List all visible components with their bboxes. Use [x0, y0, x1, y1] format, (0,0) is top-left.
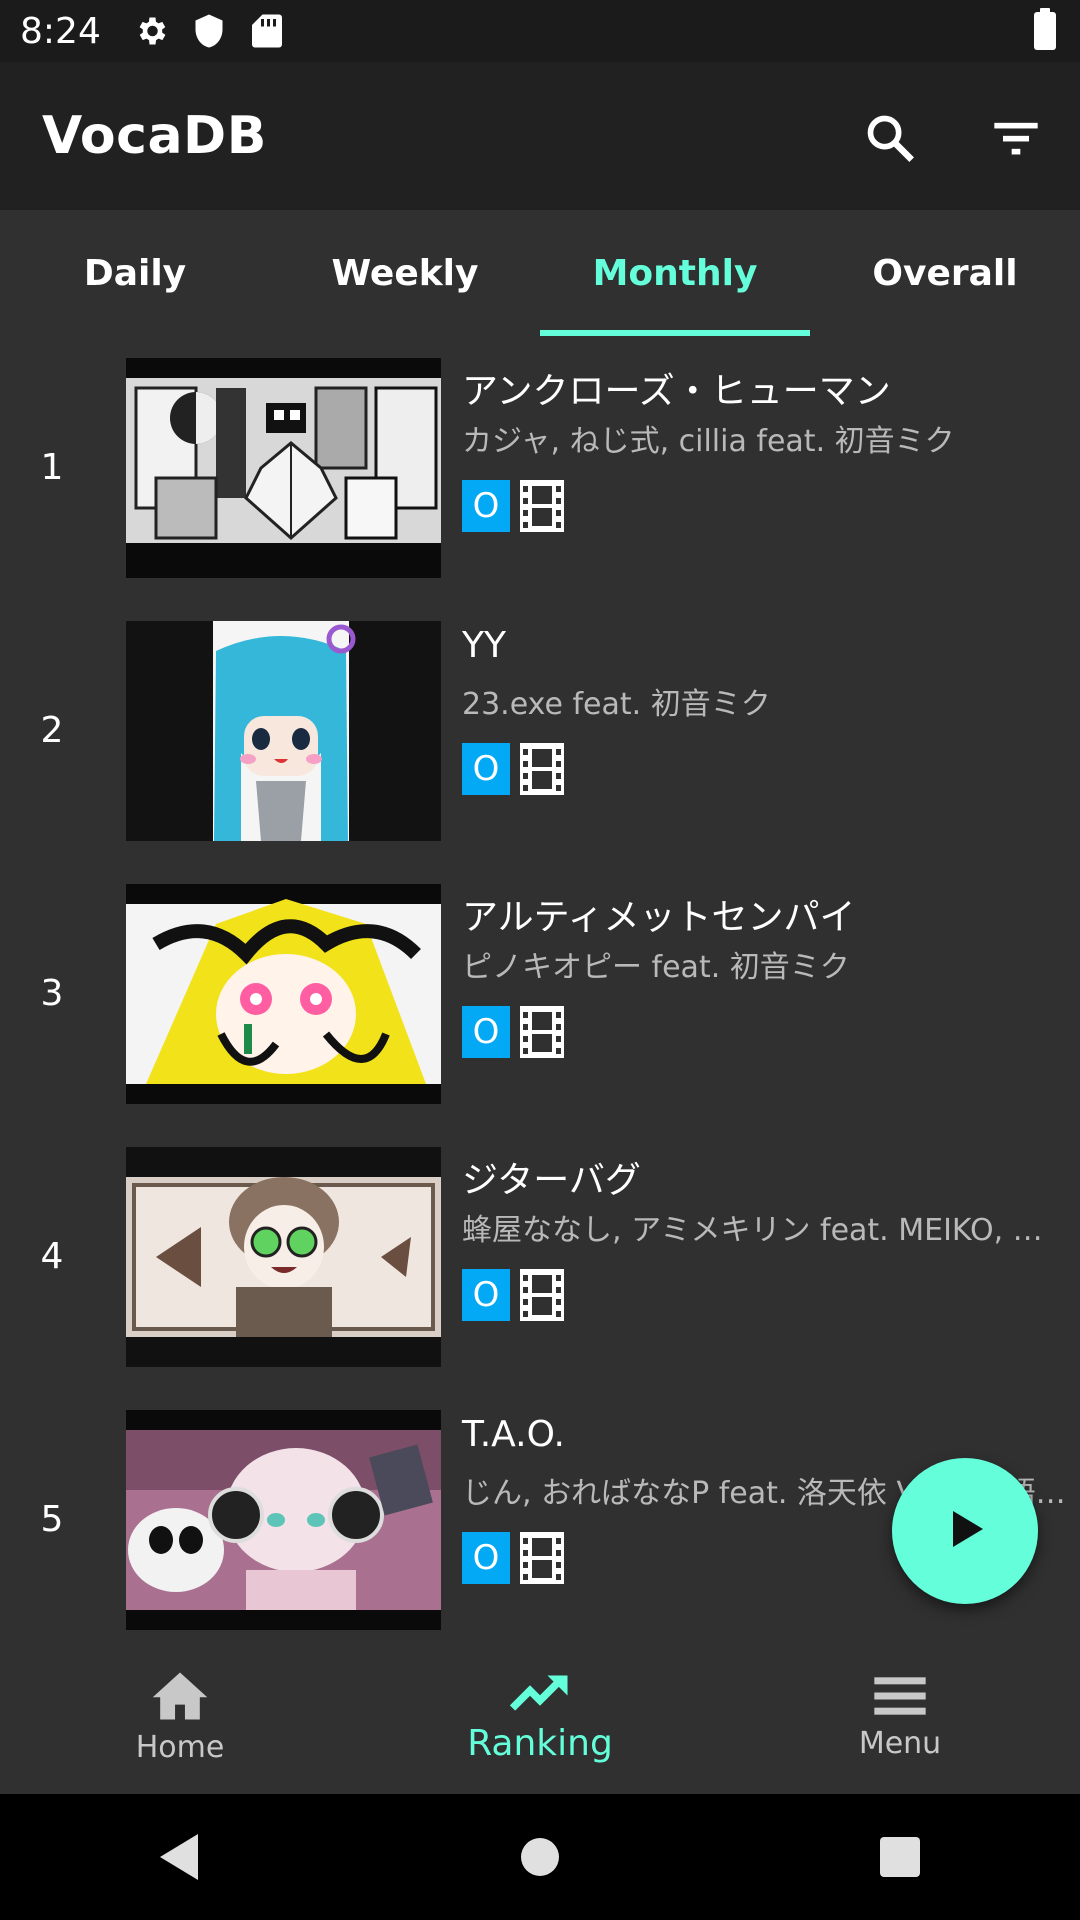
song-badges: O [462, 1532, 564, 1584]
shield-icon [189, 11, 229, 51]
list-item[interactable]: 1 アンクローズ・ヒューマン カジャ, ねじ式, cillia feat. 初音… [0, 336, 1080, 599]
nav-home[interactable]: Home [0, 1640, 360, 1794]
filter-icon[interactable] [984, 106, 1048, 170]
play-button[interactable] [892, 1458, 1038, 1604]
song-badges: O [462, 1006, 564, 1058]
song-title: T.A.O. [462, 1414, 565, 1455]
video-icon [520, 1269, 564, 1321]
original-badge: O [462, 1532, 510, 1584]
nav-home-label: Home [135, 1729, 225, 1765]
tab-weekly[interactable]: Weekly [270, 210, 540, 336]
tab-overall[interactable]: Overall [810, 210, 1080, 336]
song-badges: O [462, 1269, 564, 1321]
rank-number: 3 [40, 973, 64, 1014]
song-title: アルティメットセンパイ [462, 897, 856, 938]
video-icon [520, 1532, 564, 1584]
gear-icon [131, 11, 171, 51]
play-icon [941, 1505, 989, 1557]
song-list: 1 アンクローズ・ヒューマン カジャ, ねじ式, cillia feat. 初音… [0, 336, 1080, 1651]
thumbnail [126, 1410, 441, 1630]
song-artist: 蜂屋ななし, アミメキリン feat. MEIKO, 初音ミク [462, 1213, 1072, 1248]
status-time: 8:24 [20, 10, 101, 52]
rank-number: 4 [40, 1236, 64, 1277]
bottom-nav: Home Ranking Menu [0, 1640, 1080, 1794]
search-icon[interactable] [858, 106, 922, 170]
video-icon [520, 480, 564, 532]
status-bar: 8:24 [0, 0, 1080, 62]
rank-number: 2 [40, 710, 64, 751]
status-icons [131, 11, 287, 51]
nav-menu[interactable]: Menu [720, 1640, 1080, 1794]
home-icon [150, 1670, 210, 1726]
song-badges: O [462, 743, 564, 795]
song-artist: 23.exe feat. 初音ミク [462, 687, 771, 722]
app-title: VocaDB [42, 106, 267, 166]
nav-menu-label: Menu [858, 1725, 942, 1761]
tab-daily[interactable]: Daily [0, 210, 270, 336]
original-badge: O [462, 1269, 510, 1321]
back-icon[interactable] [140, 1817, 220, 1897]
battery-icon [1034, 8, 1056, 50]
original-badge: O [462, 1006, 510, 1058]
recents-icon[interactable] [860, 1817, 940, 1897]
original-badge: O [462, 480, 510, 532]
rank-number: 1 [40, 447, 64, 488]
list-item[interactable]: 3 アルティメットセンパイ ピノキオピー feat. 初音ミク O [0, 862, 1080, 1125]
tab-monthly[interactable]: Monthly [540, 210, 810, 336]
list-item[interactable]: 2 YY 23.exe feat. 初音ミク O [0, 599, 1080, 862]
song-title: ジターバグ [462, 1160, 641, 1201]
sd-card-icon [247, 11, 287, 51]
video-icon [520, 1006, 564, 1058]
song-artist: ピノキオピー feat. 初音ミク [462, 950, 850, 985]
video-icon [520, 743, 564, 795]
thumbnail [126, 358, 441, 578]
song-title: YY [462, 625, 506, 666]
list-item[interactable]: 4 ジターバグ 蜂屋ななし, アミメキリン feat. MEIKO, 初音ミク … [0, 1125, 1080, 1388]
song-title: アンクローズ・ヒューマン [462, 371, 891, 412]
song-badges: O [462, 480, 564, 532]
original-badge: O [462, 743, 510, 795]
app-bar: VocaDB [0, 62, 1080, 210]
thumbnail [126, 884, 441, 1104]
song-artist: カジャ, ねじ式, cillia feat. 初音ミク [462, 424, 955, 459]
nav-ranking[interactable]: Ranking [360, 1640, 720, 1794]
thumbnail [126, 1147, 441, 1367]
trending-up-icon [509, 1671, 570, 1719]
ranking-tabs: Daily Weekly Monthly Overall [0, 210, 1080, 336]
rank-number: 5 [40, 1499, 64, 1540]
menu-icon [872, 1674, 928, 1722]
thumbnail [126, 621, 441, 841]
nav-ranking-label: Ranking [467, 1722, 613, 1764]
home-circle-icon[interactable] [500, 1817, 580, 1897]
system-nav-bar [0, 1794, 1080, 1920]
